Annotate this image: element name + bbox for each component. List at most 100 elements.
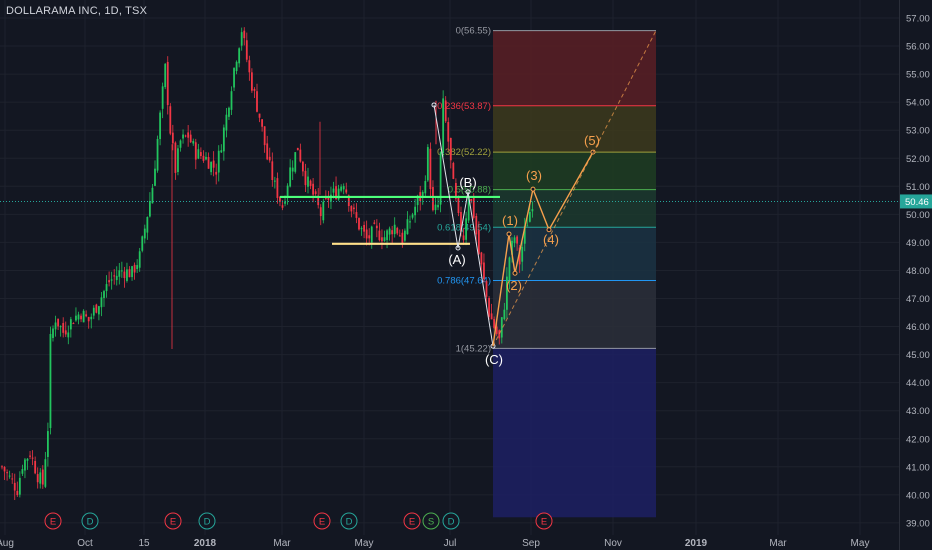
fib-level-label: 0.382(52.22) — [437, 147, 491, 158]
candle-body — [52, 328, 54, 338]
candle-body — [26, 458, 29, 461]
candle-body — [49, 333, 52, 429]
event-marker[interactable]: D — [442, 512, 460, 530]
candle-body — [258, 113, 261, 118]
candle-body — [31, 457, 34, 459]
symbol-title: DOLLARAMA INC, 1D, TSX — [6, 5, 148, 17]
candle-body — [194, 142, 197, 160]
fib-band — [493, 105, 656, 153]
candle-body — [488, 298, 490, 317]
candle-body — [133, 264, 136, 273]
candle-body — [253, 89, 256, 91]
candle-body — [521, 246, 524, 262]
time-tick-label: Nov — [604, 538, 622, 549]
wave-label: (5) — [584, 133, 600, 148]
candle-body — [434, 204, 437, 211]
candle-body — [342, 186, 345, 190]
candle-body — [100, 297, 103, 308]
event-marker[interactable]: E — [164, 512, 182, 530]
candle-body — [528, 211, 531, 222]
price-tick-label: 48.00 — [906, 266, 930, 277]
time-tick-label: Jul — [444, 538, 457, 549]
price-tick-label: 56.00 — [906, 42, 930, 53]
event-marker-label: D — [204, 517, 211, 528]
candle-body — [508, 257, 511, 281]
candle-body — [222, 127, 225, 152]
candle-body — [447, 122, 450, 142]
candle-body — [207, 157, 210, 169]
price-chart[interactable]: 39.00 40.00 41.00 42.00 43.00 44.00 45.00 46.00… — [0, 0, 932, 550]
candle-body — [503, 309, 506, 320]
candle-body — [166, 61, 169, 105]
candle-body — [485, 281, 488, 297]
candle-body — [187, 132, 190, 138]
wave-label: (4) — [543, 232, 559, 247]
time-tick-label: Oct — [77, 538, 93, 549]
time-tick-label: Sep — [522, 538, 540, 549]
wave-point — [506, 231, 512, 237]
candle-body — [437, 204, 439, 208]
fib-level-label: 0.618(49.54) — [437, 222, 491, 233]
event-marker[interactable]: E — [313, 512, 331, 530]
candle-body — [233, 68, 235, 88]
candle-body — [212, 160, 215, 168]
time-tick-label: 15 — [138, 538, 150, 549]
event-marker[interactable]: S — [422, 512, 440, 530]
candle-body — [205, 156, 207, 160]
candle-body — [276, 178, 279, 198]
event-marker[interactable]: D — [340, 512, 358, 530]
candle-body — [113, 275, 116, 277]
fib-band — [493, 30, 656, 106]
candle-body — [475, 215, 478, 235]
candle-body — [67, 332, 70, 338]
candle-body — [159, 112, 161, 140]
event-marker[interactable]: E — [535, 512, 553, 530]
candle-body — [105, 284, 108, 292]
event-marker[interactable]: D — [198, 512, 216, 530]
candle-body — [184, 135, 187, 137]
event-marker[interactable]: E — [44, 512, 62, 530]
candle-body — [141, 236, 144, 251]
event-marker[interactable]: D — [81, 512, 99, 530]
event-marker-label: D — [346, 517, 353, 528]
candle-body — [388, 228, 391, 235]
candle-body — [319, 207, 322, 217]
candle-body — [296, 147, 299, 151]
event-marker[interactable]: E — [403, 512, 421, 530]
candle-body — [483, 262, 485, 279]
wave-point — [530, 186, 536, 192]
wave-label: (1) — [502, 213, 518, 228]
wave-label: (2) — [506, 278, 522, 293]
candle-body — [373, 222, 376, 224]
candle-body — [383, 237, 386, 241]
candle-body — [304, 170, 307, 186]
candle-body — [24, 459, 26, 471]
candle-body — [355, 212, 358, 218]
wave-label: (C) — [485, 352, 503, 367]
candle-body — [235, 61, 238, 72]
candle-body — [6, 472, 8, 474]
price-tick-label: 54.00 — [906, 98, 930, 109]
event-marker-label: D — [87, 517, 94, 528]
candle-body — [210, 162, 212, 173]
candle-body — [171, 132, 174, 144]
candle-body — [432, 187, 434, 211]
candle-body — [261, 119, 263, 127]
candle-body — [92, 307, 95, 316]
candle-body — [378, 230, 381, 241]
candle-body — [62, 323, 65, 333]
candle-body — [174, 142, 177, 173]
time-tick-label: 2019 — [685, 538, 708, 549]
time-tick-label: May — [851, 538, 870, 549]
candle-body — [82, 310, 85, 323]
candle-body — [131, 266, 133, 278]
candle-body — [1, 466, 3, 468]
candle-body — [149, 201, 151, 217]
candle-body — [531, 209, 534, 212]
candle-body — [240, 32, 243, 46]
wave-label: (3) — [526, 168, 542, 183]
candle-body — [54, 322, 57, 330]
candle-body — [59, 326, 62, 328]
candle-body — [115, 275, 118, 281]
candle-body — [16, 490, 19, 496]
